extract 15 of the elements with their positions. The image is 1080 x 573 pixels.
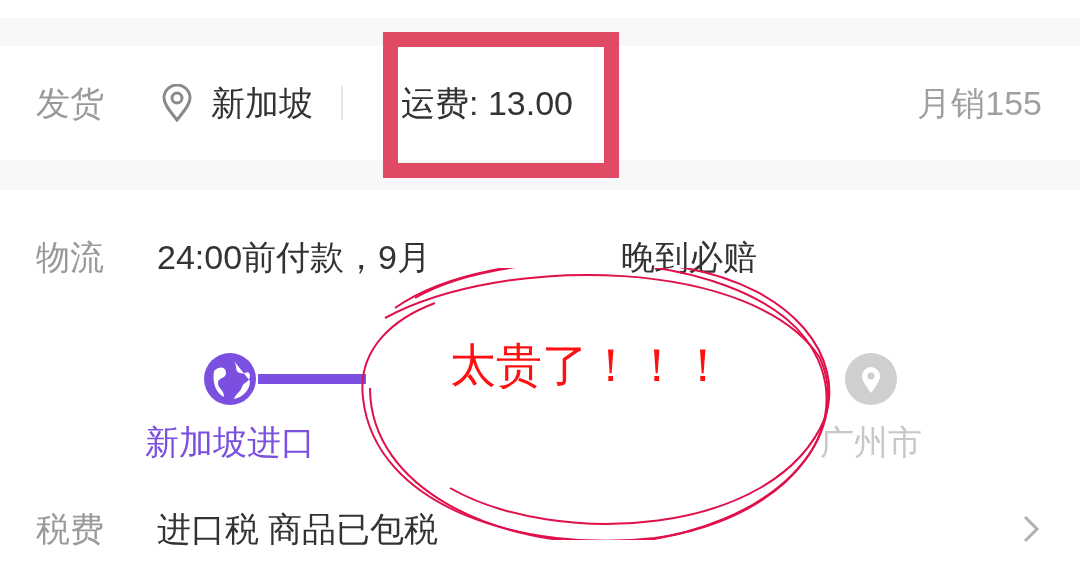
shipping-fee: 运费: 13.00 <box>401 82 573 124</box>
globe-icon <box>204 353 256 405</box>
row-label: 发货 <box>36 82 105 124</box>
origin-text: 新加坡 <box>211 82 313 124</box>
monthly-sales: 月销155 <box>917 82 1042 124</box>
row-label: 物流 <box>36 237 105 278</box>
location-icon <box>845 353 897 405</box>
delivery-promise: 24:00前付款，9月 <box>157 237 431 278</box>
chevron-right-icon[interactable] <box>1022 514 1040 544</box>
location-pin-icon <box>161 84 193 122</box>
tax-info: 进口税 商品已包税 <box>157 508 439 550</box>
delivery-promise: 晚到必赔 <box>621 237 757 278</box>
handwritten-note: 太贵了！！！ <box>450 342 726 388</box>
row-label: 税费 <box>36 508 105 550</box>
step-label: 新加坡进口 <box>145 425 315 459</box>
